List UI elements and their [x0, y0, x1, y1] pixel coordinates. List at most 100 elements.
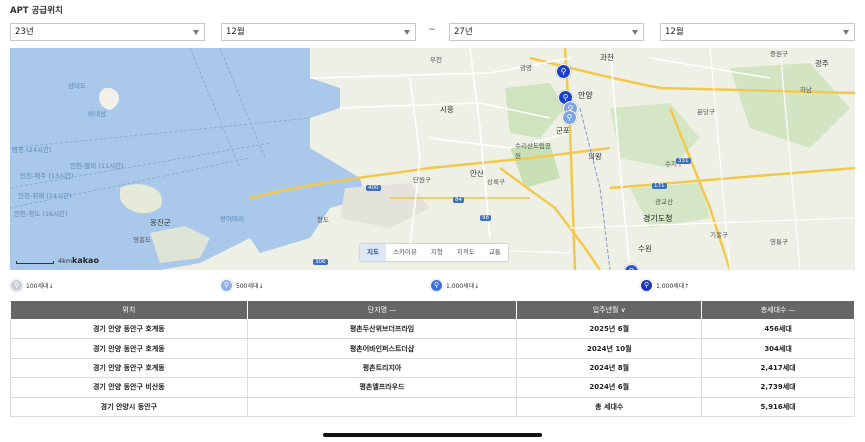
tab-cadastral[interactable]: 지적도: [450, 244, 482, 261]
apartment-pin-icon: ⚲: [430, 278, 443, 292]
map-label: 광교산: [655, 198, 673, 206]
map-label: 분당구: [697, 108, 715, 116]
road-number-sign: 400: [366, 185, 381, 191]
map-label: 인천-청도 (16시간): [14, 210, 68, 218]
map-label: 형도: [317, 216, 329, 224]
legend-label: 1,000세대↓: [446, 282, 480, 290]
road-number-sign: 84: [453, 197, 464, 203]
summary-label: 총 세대수: [516, 397, 703, 417]
complex-name-cell: 평촌트리지아: [247, 358, 518, 379]
apartment-pin-icon: ⚲: [10, 278, 23, 292]
tab-terrain[interactable]: 지형: [424, 244, 450, 261]
map-label: 중원구: [770, 50, 788, 58]
map-label: 영통구: [770, 238, 788, 246]
supply-map[interactable]: 삼미도 비내섬 영종 (24시간) 인천-팔미 (11시간) 인천-제주 (13…: [10, 48, 855, 270]
move-in-date-cell: 2024년 10월: [516, 338, 703, 359]
end-year-select[interactable]: 27년: [449, 23, 644, 41]
table-row[interactable]: 경기 안양 동안구 호계동 평촌어바인퍼스트더샵 2024년 10월 304세대: [10, 338, 855, 359]
apartment-pin-icon[interactable]: ⚲: [562, 110, 577, 125]
map-label: 의왕: [588, 152, 602, 161]
map-label: 비내섬: [88, 110, 106, 118]
map-label: 수원: [638, 244, 652, 253]
map-label: 과천: [600, 53, 614, 62]
map-label: 안산: [470, 169, 484, 178]
road-number-sign: 171: [652, 183, 667, 189]
legend-item: ⚲ 100세대↓: [10, 278, 54, 292]
tab-traffic[interactable]: 교통: [482, 244, 508, 261]
map-label: 수리산도립공원: [515, 142, 551, 160]
legend-label: 1,000세대↑: [656, 282, 690, 290]
page-title: APT 공급위치: [10, 6, 63, 16]
tab-map[interactable]: 지도: [360, 244, 386, 261]
map-label: 광명: [520, 64, 532, 72]
location-cell: 경기 안양 동안구 호계동: [10, 358, 248, 379]
move-in-date-cell: 2024년 8월: [516, 358, 703, 379]
scale-label: 4km: [58, 257, 73, 265]
move-in-date-cell: 2024년 6월: [516, 377, 703, 398]
column-header-total-units[interactable]: 총세대수 —: [701, 300, 855, 320]
summary-location: 경기 안양시 동안구: [10, 397, 248, 417]
start-year-select[interactable]: 23년: [10, 23, 205, 41]
home-indicator[interactable]: [323, 433, 542, 437]
scale-bar: [16, 261, 54, 264]
chevron-down-icon: [404, 30, 410, 35]
legend-item: ⚲ 1,000세대↓: [430, 278, 479, 292]
map-label: 시흥: [440, 105, 454, 114]
map-label: 인천-위해 (14시간): [18, 192, 72, 200]
map-label: 삼미도: [68, 82, 86, 90]
total-units-cell: 456세대: [701, 319, 855, 340]
table-row[interactable]: 경기 안양 동안구 호계동 평촌두산위브더프라임 2025년 6월 456세대: [10, 319, 855, 340]
column-header-move-in-date[interactable]: 입주년월 ∨: [516, 300, 703, 320]
table-row[interactable]: 경기 안양 동안구 비산동 평촌엘프라우드 2024년 6월 2,739세대: [10, 377, 855, 398]
map-label: 영종 (24시간): [12, 146, 52, 154]
map-label: 기흥구: [710, 231, 728, 239]
end-month-value: 12월: [665, 27, 684, 37]
summary-total: 5,916세대: [701, 397, 855, 417]
table-row[interactable]: 경기 안양 동안구 호계동 평촌트리지아 2024년 8월 2,417세대: [10, 358, 855, 379]
column-header-complex-name[interactable]: 단지명 —: [246, 300, 518, 320]
range-separator: ~: [428, 25, 436, 35]
summary-name: [247, 397, 518, 417]
map-label: 옹진군: [150, 218, 171, 227]
map-type-tabs: 지도 스카이뷰 지형 지적도 교통: [360, 244, 508, 261]
apartment-pin-icon: ⚲: [640, 278, 653, 292]
legend-item: ⚲ 1,000세대↑: [640, 278, 689, 292]
start-year-value: 23년: [15, 27, 34, 37]
map-label: 경기도청: [643, 214, 673, 223]
map-label: 군포: [556, 126, 570, 135]
map-label: 왕어머리: [220, 215, 244, 223]
start-month-value: 12월: [226, 27, 245, 37]
legend-label: 500세대↓: [236, 282, 264, 290]
tab-skyview[interactable]: 스카이뷰: [386, 244, 424, 261]
road-number-sign: 306: [313, 259, 328, 265]
map-label: 부천: [430, 56, 442, 64]
road-number-sign: 331: [676, 158, 691, 164]
apartment-pin-icon: ⚲: [220, 278, 233, 292]
map-label: 단원구: [413, 176, 431, 184]
end-month-select[interactable]: 12월: [660, 23, 855, 41]
location-cell: 경기 안양 동안구 비산동: [10, 377, 248, 398]
complex-name-cell: 평촌두산위브더프라임: [247, 319, 518, 340]
end-year-value: 27년: [454, 27, 473, 37]
legend-label: 100세대↓: [26, 282, 54, 290]
chevron-down-icon: [632, 30, 638, 35]
supply-table: 위치 단지명 — 입주년월 ∨ 총세대수 — 경기 안양 동안구 호계동 평촌두…: [10, 300, 855, 417]
legend-item: ⚲ 500세대↓: [220, 278, 264, 292]
summary-row: 경기 안양시 동안구 총 세대수 5,916세대: [10, 397, 855, 417]
column-header-location: 위치: [10, 300, 248, 320]
map-label: 영흥도: [133, 236, 151, 244]
location-cell: 경기 안양 동안구 호계동: [10, 319, 248, 340]
apartment-pin-icon[interactable]: ⚲: [556, 64, 571, 79]
map-label: 광주: [815, 59, 829, 68]
map-label: 인천-팔미 (11시간): [70, 162, 124, 170]
start-month-select[interactable]: 12월: [221, 23, 416, 41]
complex-name-cell: 평촌어바인퍼스트더샵: [247, 338, 518, 359]
total-units-cell: 2,417세대: [701, 358, 855, 379]
chevron-down-icon: [843, 30, 849, 35]
map-label: 안양: [578, 91, 593, 100]
date-range-filters: 23년 12월 ~ 27년 12월: [10, 23, 855, 41]
map-label: 인천-제주 (13시간): [20, 172, 74, 180]
map-label: 하남: [800, 86, 812, 94]
total-units-cell: 304세대: [701, 338, 855, 359]
move-in-date-cell: 2025년 6월: [516, 319, 703, 340]
